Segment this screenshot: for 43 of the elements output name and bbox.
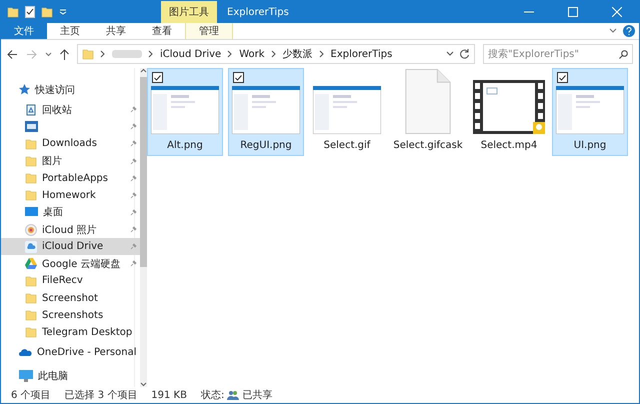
file-tile[interactable]: Alt.png xyxy=(147,68,223,156)
breadcrumb-segment[interactable]: iCloud Drive xyxy=(160,48,222,60)
sidebar-item[interactable]: 此电脑 xyxy=(1,367,140,384)
share-status: 已共享 xyxy=(242,388,272,402)
file-tile[interactable]: Select.mp4 xyxy=(471,68,547,156)
sidebar-item[interactable]: OneDrive - Personal xyxy=(1,344,140,361)
sidebar-item[interactable]: Screenshot xyxy=(1,290,140,307)
file-tile[interactable]: RegUI.png xyxy=(228,68,304,156)
context-tab-header: 图片工具 xyxy=(161,1,217,23)
selection-count: 已选择 3 个项目 xyxy=(64,388,138,402)
item-count: 6 个项目 xyxy=(11,389,51,402)
sidebar-item[interactable]: Screenshots xyxy=(1,306,140,324)
file-tile[interactable]: Select.gifcask xyxy=(390,68,466,156)
file-tile[interactable]: UI.png xyxy=(552,68,628,156)
address-bar[interactable]: iCloud Drive Work 少数派 ExplorerTips xyxy=(77,44,475,64)
sidebar-item[interactable]: 桌面 xyxy=(1,204,140,221)
file-name: Select.mp4 xyxy=(480,140,538,151)
selection-size: 191 KB xyxy=(151,390,187,400)
sidebar-item[interactable]: iCloud Drive xyxy=(1,238,140,256)
breadcrumb-segment[interactable]: Work xyxy=(239,48,265,60)
file-name: RegUI.png xyxy=(240,140,292,151)
file-name: Alt.png xyxy=(167,140,203,151)
sidebar-item[interactable]: iCloud 照片 xyxy=(1,221,140,238)
sidebar-item[interactable]: 回收站 xyxy=(1,101,140,118)
file-tile[interactable]: Select.gif xyxy=(309,68,385,156)
ribbon-tab[interactable]: 管理 xyxy=(185,23,233,39)
sidebar-item[interactable]: PortableApps xyxy=(1,170,140,187)
sidebar-item[interactable]: Downloads xyxy=(1,135,140,152)
file-name: Select.gifcask xyxy=(393,140,463,151)
ribbon-tab[interactable]: 文件 xyxy=(1,23,47,39)
sidebar-item[interactable]: FileRecv xyxy=(1,272,140,290)
breadcrumb-segment[interactable]: ExplorerTips xyxy=(330,48,392,60)
sidebar-item[interactable]: 快速访问 xyxy=(1,81,140,98)
file-name: Select.gif xyxy=(324,140,370,151)
file-name: UI.png xyxy=(574,140,606,151)
sidebar-item[interactable]: Homework xyxy=(1,186,140,204)
status-label: 状态: xyxy=(200,388,224,402)
sidebar-item[interactable]: 图片 xyxy=(1,152,140,170)
search-field[interactable]: 搜索"ExplorerTips" xyxy=(483,44,633,64)
window-title: ExplorerTips xyxy=(226,6,290,20)
breadcrumb-segment[interactable]: 少数派 xyxy=(282,47,313,61)
sidebar-item[interactable]: Telegram Desktop xyxy=(1,324,140,341)
sidebar-item[interactable]: Google 云端硬盘 xyxy=(1,255,140,272)
